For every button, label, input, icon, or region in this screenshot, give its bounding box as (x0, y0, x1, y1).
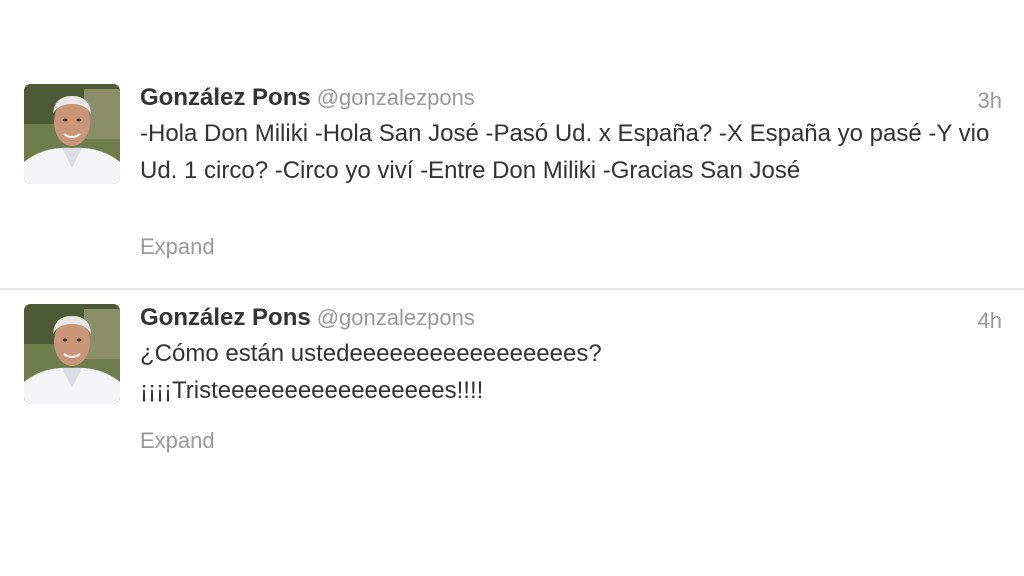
tweet-text-line: ¿Cómo están ustedeeeeeeeeeeeeeeeees? (140, 340, 602, 367)
profile-photo-icon (24, 84, 120, 184)
tweet-text-line: ¡¡¡¡Tristeeeeeeeeeeeeeeeees!!!! (140, 376, 484, 404)
tweet-header: González Pons @gonzalezpons (140, 304, 940, 336)
tweet-item[interactable]: González Pons @gonzalezpons 3h -Hola Don … (0, 70, 1024, 288)
expand-link[interactable]: Expand (140, 428, 215, 454)
author-handle[interactable]: @gonzalezpons (317, 305, 475, 330)
tweet-text: -Hola Don Miliki -Hola San José -Pasó Ud… (140, 120, 990, 184)
tweet-text: ¿Cómo están ustedeeeeeeeeeeeeeeeees? ¡¡¡… (140, 336, 1000, 409)
tweet-timeline: González Pons @gonzalezpons 3h -Hola Don … (0, 0, 1024, 576)
tweet-timestamp[interactable]: 3h (978, 88, 1002, 114)
profile-photo-icon (24, 304, 120, 404)
avatar[interactable] (24, 84, 120, 184)
tweet-timestamp[interactable]: 4h (978, 308, 1002, 334)
avatar[interactable] (24, 304, 120, 404)
tweet-item[interactable]: González Pons @gonzalezpons 4h ¿Cómo está… (0, 290, 1024, 490)
expand-link[interactable]: Expand (140, 234, 215, 260)
tweet-header: González Pons @gonzalezpons (140, 84, 940, 116)
author-name[interactable]: González Pons (140, 304, 311, 331)
author-name[interactable]: González Pons (140, 84, 311, 111)
author-handle[interactable]: @gonzalezpons (317, 85, 475, 110)
